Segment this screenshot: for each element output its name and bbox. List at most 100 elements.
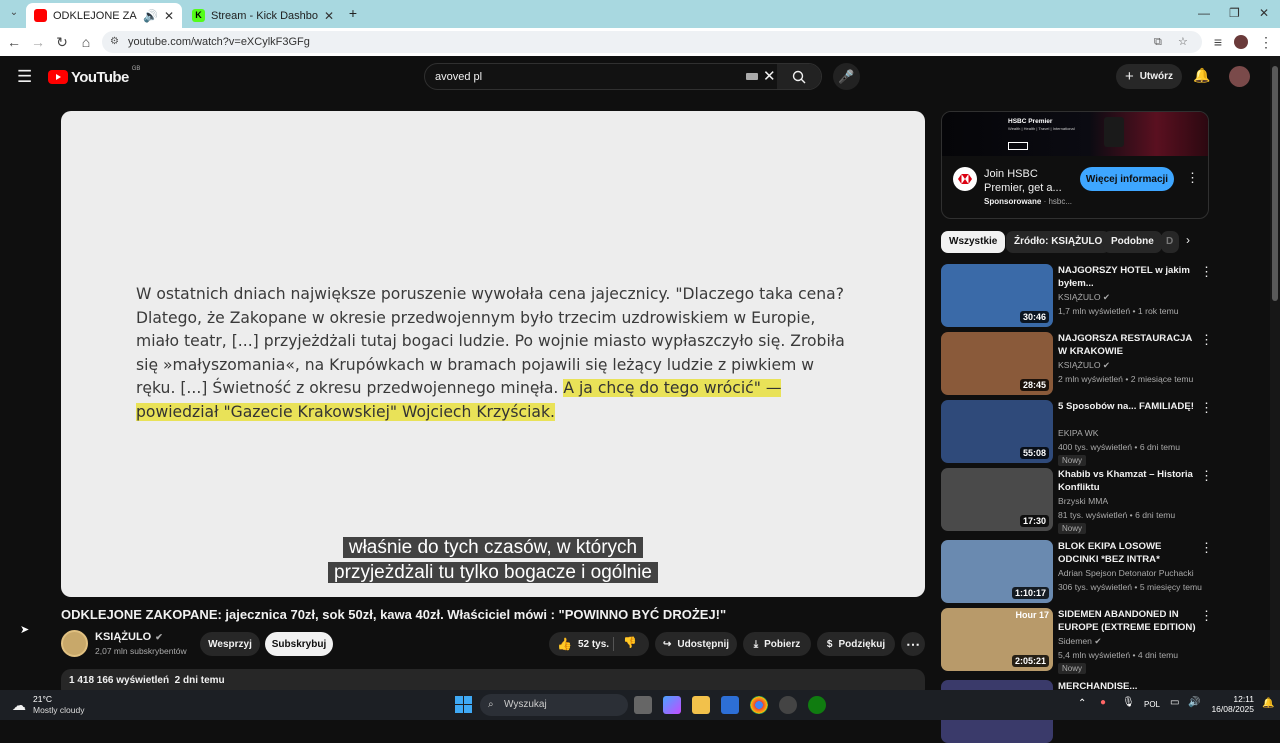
recommendation-thumbnail[interactable]: 1:10:17 — [941, 540, 1053, 603]
recommendation-menu-icon[interactable]: ⋮ — [1200, 332, 1213, 348]
windows-start-icon[interactable] — [455, 696, 472, 713]
bookmark-star-icon[interactable]: ☆ — [1178, 31, 1188, 53]
recommendation-title[interactable]: BLOK EKIPA LOSOWE ODCINKI *BEZ INTRA* — [1058, 540, 1198, 566]
restore-icon[interactable]: ❐ — [1229, 6, 1240, 20]
chip-related[interactable]: Podobne — [1103, 231, 1162, 253]
weather-cloud-icon[interactable]: ☁ — [12, 697, 26, 714]
video-player[interactable]: W ostatnich dniach największe poruszenie… — [61, 111, 925, 597]
ad-cta-button[interactable]: Więcej informacji — [1080, 167, 1174, 191]
home-icon[interactable]: ⌂ — [78, 34, 94, 50]
tab-kick[interactable]: K Stream - Kick Dashboard ✕ — [184, 3, 342, 28]
reload-icon[interactable]: ↻ — [54, 34, 70, 50]
forward-icon[interactable]: → — [30, 34, 46, 50]
thanks-button[interactable]: $ Podziękuj — [817, 632, 895, 656]
speaker-icon[interactable]: 🔊 — [143, 9, 158, 23]
page-scrollbar[interactable] — [1270, 56, 1280, 690]
recommendation-thumbnail[interactable]: 28:45 — [941, 332, 1053, 395]
chip-more[interactable]: D — [1161, 231, 1179, 253]
show-hidden-icons-chevron-icon[interactable]: ⌃ — [1078, 698, 1086, 709]
recommendation-channel[interactable]: Brzyski MMA — [1058, 496, 1108, 506]
xbox-icon[interactable] — [808, 696, 826, 714]
chip-source[interactable]: Źródło: KSIĄŻULO — [1006, 231, 1111, 253]
download-button[interactable]: ⤓ Pobierz — [743, 632, 811, 656]
support-button[interactable]: Wesprzyj — [200, 632, 260, 656]
recommendation-item[interactable]: 55:08 5 Sposobów na... FAMILIADĘ! EKIPA WK… — [941, 400, 1213, 466]
recommendation-thumbnail[interactable]: 30:46 — [941, 264, 1053, 327]
search-button[interactable] — [777, 64, 821, 89]
site-info-icon[interactable]: ⚙ — [110, 31, 119, 53]
recommendation-channel[interactable]: KSIĄŻULO ✔ — [1058, 360, 1110, 371]
store-icon[interactable] — [721, 696, 739, 714]
account-avatar[interactable] — [1229, 66, 1250, 87]
notifications-bell-icon[interactable]: 🔔 — [1193, 67, 1210, 84]
sponsored-ad-card[interactable]: HSBC Premier Wealth | Health | Travel | … — [941, 111, 1209, 219]
chip-all[interactable]: Wszystkie — [941, 231, 1006, 253]
taskbar-search[interactable]: ⌕ Wyszukaj — [480, 694, 628, 716]
media-queue-icon[interactable]: ≡ — [1210, 34, 1226, 50]
browser-menu-icon[interactable]: ⋮ — [1258, 34, 1274, 50]
search-input[interactable] — [425, 64, 779, 89]
recommendation-item[interactable]: 28:45 NAJGORSZA RESTAURACJA W KRAKOWIE KSI… — [941, 332, 1213, 396]
recommendation-title[interactable]: 5 Sposobów na... FAMILIADĘ! — [1058, 400, 1198, 413]
keyboard-icon[interactable] — [746, 73, 758, 80]
minimize-icon[interactable]: — — [1198, 6, 1210, 20]
recommendation-menu-icon[interactable]: ⋮ — [1200, 400, 1213, 416]
recommendation-thumbnail[interactable]: 55:08 — [941, 400, 1053, 463]
voice-search-mic-icon[interactable]: 🎤 — [833, 63, 860, 90]
url-bar[interactable]: ⚙ youtube.com/watch?v=eXCylkF3GFg ⧉ ☆ — [102, 31, 1202, 53]
tab-search-icon[interactable]: ⌄ — [6, 5, 22, 21]
recommendation-channel[interactable]: KSIĄŻULO ✔ — [1058, 292, 1110, 303]
recommendation-channel[interactable]: Adrian Spejson Detonator Puchacki — [1058, 568, 1194, 578]
recommendation-menu-icon[interactable]: ⋮ — [1200, 608, 1213, 624]
thumbs-up-icon[interactable]: 👍 — [557, 637, 572, 651]
network-icon[interactable]: ▭ — [1170, 697, 1179, 708]
back-icon[interactable]: ← — [6, 34, 22, 50]
app-icon[interactable] — [779, 696, 797, 714]
install-app-icon[interactable]: ⧉ — [1154, 31, 1162, 53]
scrollbar-thumb[interactable] — [1272, 66, 1278, 301]
recommendation-channel[interactable]: EKIPA WK — [1058, 428, 1098, 438]
create-button[interactable]: + Utwórz — [1116, 64, 1182, 89]
close-tab-icon[interactable]: ✕ — [164, 9, 174, 23]
subscribe-button[interactable]: Subskrybuj — [265, 632, 333, 656]
recommendation-item[interactable]: 1:10:17 BLOK EKIPA LOSOWE ODCINKI *BEZ IN… — [941, 540, 1213, 604]
recommendation-menu-icon[interactable]: ⋮ — [1200, 264, 1213, 280]
youtube-logo[interactable]: YouTube GB — [48, 66, 140, 86]
microphone-tray-icon[interactable]: 🎙 — [1122, 697, 1135, 708]
ad-menu-icon[interactable]: ⋮ — [1186, 170, 1199, 186]
recommendation-menu-icon[interactable]: ⋮ — [1200, 468, 1213, 484]
recommendation-title[interactable]: Khabib vs Khamzat – Historia Konfliktu — [1058, 468, 1198, 494]
recommendation-item[interactable]: Hour 17 2:05:21 SIDEMEN ABANDONED IN EUROP… — [941, 608, 1213, 674]
recommendation-channel[interactable]: Sidemen ✔ — [1058, 636, 1102, 647]
chip-scroll-right-icon[interactable]: › — [1186, 233, 1190, 247]
recommendation-title[interactable]: SIDEMEN ABANDONED IN EUROPE (EXTREME EDI… — [1058, 608, 1198, 634]
recommendation-menu-icon[interactable]: ⋮ — [1200, 540, 1213, 556]
close-window-icon[interactable]: ✕ — [1259, 6, 1269, 20]
recommendation-title[interactable]: NAJGORSZA RESTAURACJA W KRAKOWIE — [1058, 332, 1198, 358]
recommendation-title[interactable]: NAJGORSZY HOTEL w jakim byłem... — [1058, 264, 1198, 290]
chrome-icon[interactable] — [750, 696, 768, 714]
recommendation-item[interactable]: MERCHANDISE... — [941, 680, 1211, 743]
more-actions-icon[interactable]: ⋯ — [901, 632, 925, 656]
file-explorer-icon[interactable] — [692, 696, 710, 714]
share-button[interactable]: ↪ Udostępnij — [655, 632, 737, 656]
volume-icon[interactable]: 🔊 — [1188, 697, 1200, 708]
tray-app-icon[interactable]: ● — [1100, 697, 1106, 708]
clear-search-icon[interactable]: ✕ — [763, 67, 776, 85]
language-indicator[interactable]: POL — [1144, 700, 1160, 709]
tab-youtube[interactable]: ODKLEJONE ZAKOPANE: ja 🔊 ✕ — [26, 3, 182, 28]
recommendation-thumbnail[interactable]: 17:30 — [941, 468, 1053, 531]
clock[interactable]: 12:11 16/08/2025 — [1210, 694, 1254, 714]
recommendation-item[interactable]: 30:46 NAJGORSZY HOTEL w jakim byłem... KSI… — [941, 264, 1213, 328]
channel-name-row[interactable]: KSIĄŻULO ✔ — [95, 631, 163, 643]
new-tab-plus-icon[interactable]: + — [345, 5, 361, 21]
search-box[interactable]: ✕ — [424, 63, 822, 90]
profile-avatar[interactable] — [1234, 35, 1248, 49]
notifications-center-icon[interactable]: 🔔 — [1262, 698, 1274, 709]
hamburger-menu-icon[interactable]: ☰ — [17, 67, 32, 87]
recommendation-item[interactable]: 17:30 Khabib vs Khamzat – Historia Konfli… — [941, 468, 1213, 534]
like-count[interactable]: 52 tys. — [578, 639, 609, 650]
copilot-icon[interactable] — [663, 696, 681, 714]
thumbs-down-icon[interactable]: 👎 — [623, 636, 637, 649]
recommendation-thumbnail[interactable]: Hour 17 2:05:21 — [941, 608, 1053, 671]
